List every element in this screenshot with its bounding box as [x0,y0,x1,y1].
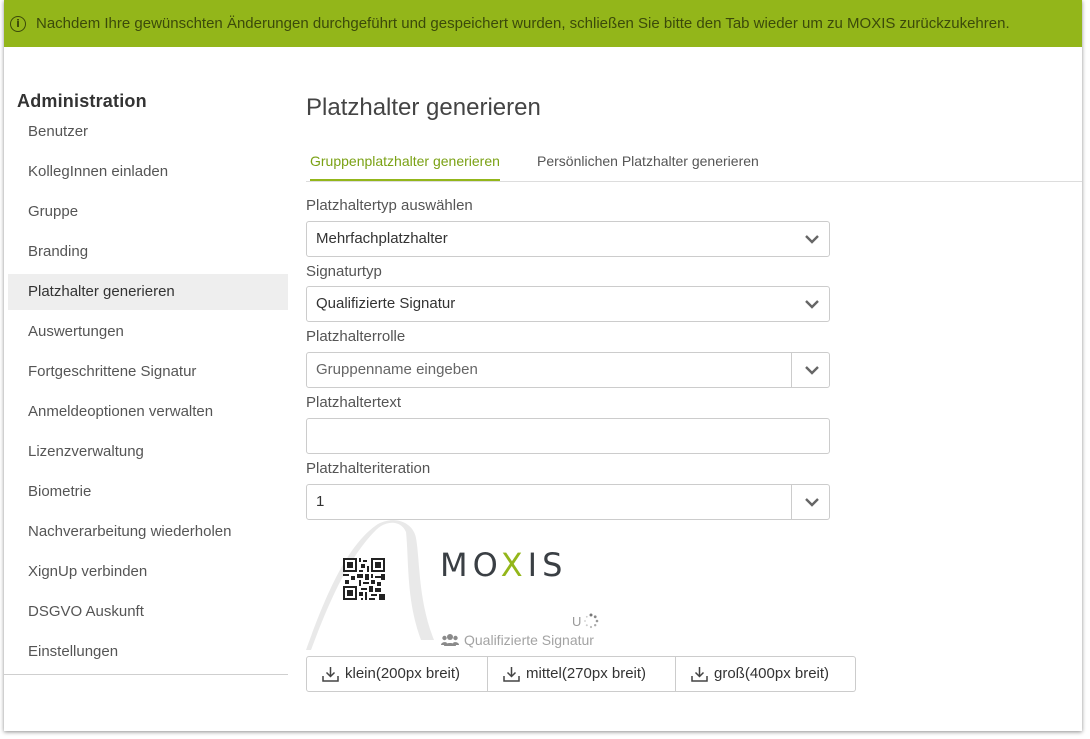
moxis-logo: MOXIS [440,546,568,584]
preview-signature-type: Qualifizierte Signatur [464,632,594,648]
placeholder-iteration-label: Platzhalteriteration [306,460,431,477]
placeholder-text-input[interactable] [306,418,830,454]
sidebar-item-benutzer[interactable]: Benutzer [8,114,288,150]
chevron-down-icon [805,235,819,244]
app-window: i Nachdem Ihre gewünschten Änderungen du… [4,0,1082,731]
download-small-button[interactable]: klein(200px breit) [306,656,488,692]
sidebar-item-lizenzverwaltung[interactable]: Lizenzverwaltung [8,434,288,470]
sidebar-item-branding[interactable]: Branding [8,234,288,270]
sidebar-item-platzhalter-generieren[interactable]: Platzhalter generieren [8,274,288,310]
placeholder-role-label: Platzhalterrolle [306,328,406,345]
users-group-icon [441,634,459,646]
tab-gruppenplatzhalter[interactable]: Gruppenplatzhalter generieren [310,145,500,181]
placeholder-type-value: Mehrfachplatzhalter [316,230,448,247]
signature-type-select[interactable]: Qualifizierte Signatur [306,286,830,322]
sidebar-item-fortgeschrittene-signatur[interactable]: Fortgeschrittene Signatur [8,354,288,390]
chevron-down-icon [805,300,819,309]
tab-persoenlicher-platzhalter[interactable]: Persönlichen Platzhalter generieren [537,145,759,179]
download-small-label: klein(200px breit) [345,665,461,682]
placeholder-preview: MOXIS U Qualifizierte Signatur [306,520,830,655]
banner-text: Nachdem Ihre gewünschten Änderungen durc… [36,15,1010,32]
download-button-group: klein(200px breit) mittel(270px breit) g… [306,656,856,692]
select-separator [791,485,792,519]
placeholder-role-select[interactable]: Gruppenname eingeben [306,352,830,388]
download-large-label: groß(400px breit) [714,665,830,682]
sidebar-item-gruppe[interactable]: Gruppe [8,194,288,230]
sidebar-item-xignup-verbinden[interactable]: XignUp verbinden [8,554,288,590]
signature-type-value: Qualifizierte Signatur [316,295,456,312]
download-icon [503,667,520,682]
info-banner: i Nachdem Ihre gewünschten Änderungen du… [4,0,1082,47]
download-medium-label: mittel(270px breit) [526,665,647,682]
preview-initial: U [572,613,599,629]
sidebar-item-biometrie[interactable]: Biometrie [8,474,288,510]
placeholder-iteration-select[interactable]: 1 [306,484,830,520]
admin-sidebar: Administration Benutzer KollegInnen einl… [4,88,288,674]
sidebar-item-auswertungen[interactable]: Auswertungen [8,314,288,350]
placeholder-role-placeholder: Gruppenname eingeben [316,361,478,378]
placeholder-type-select[interactable]: Mehrfachplatzhalter [306,221,830,257]
download-icon [322,667,339,682]
signature-type-label: Signaturtyp [306,263,382,280]
info-icon: i [10,15,26,32]
loading-spinner-icon [584,613,599,629]
preview-signature-row: Qualifizierte Signatur [441,632,594,648]
placeholder-text-label: Platzhaltertext [306,394,402,411]
sidebar-item-nachverarbeitung[interactable]: Nachverarbeitung wiederholen [8,514,288,550]
chevron-down-icon [805,498,819,507]
placeholder-iteration-value: 1 [316,493,325,510]
sidebar-item-kolleginnen-einladen[interactable]: KollegInnen einladen [8,154,288,190]
sidebar-item-dsgvo-auskunft[interactable]: DSGVO Auskunft [8,594,288,630]
placeholder-type-label: Platzhaltertyp auswählen [306,197,473,214]
chevron-down-icon [805,366,819,375]
download-icon [691,667,708,682]
tab-bar: Gruppenplatzhalter generieren Persönlich… [306,145,1082,182]
page-title: Platzhalter generieren [306,94,541,121]
moxis-logo-x: X [500,546,528,584]
sidebar-item-einstellungen[interactable]: Einstellungen [8,634,288,670]
preview-initial-text: U [572,613,582,629]
sidebar-item-anmeldeoptionen[interactable]: Anmeldeoptionen verwalten [8,394,288,430]
download-large-button[interactable]: groß(400px breit) [676,656,856,692]
qr-code-icon [343,558,385,600]
sidebar-divider [4,674,288,675]
select-separator [791,353,792,387]
download-medium-button[interactable]: mittel(270px breit) [488,656,676,692]
sidebar-heading: Administration [17,91,147,111]
